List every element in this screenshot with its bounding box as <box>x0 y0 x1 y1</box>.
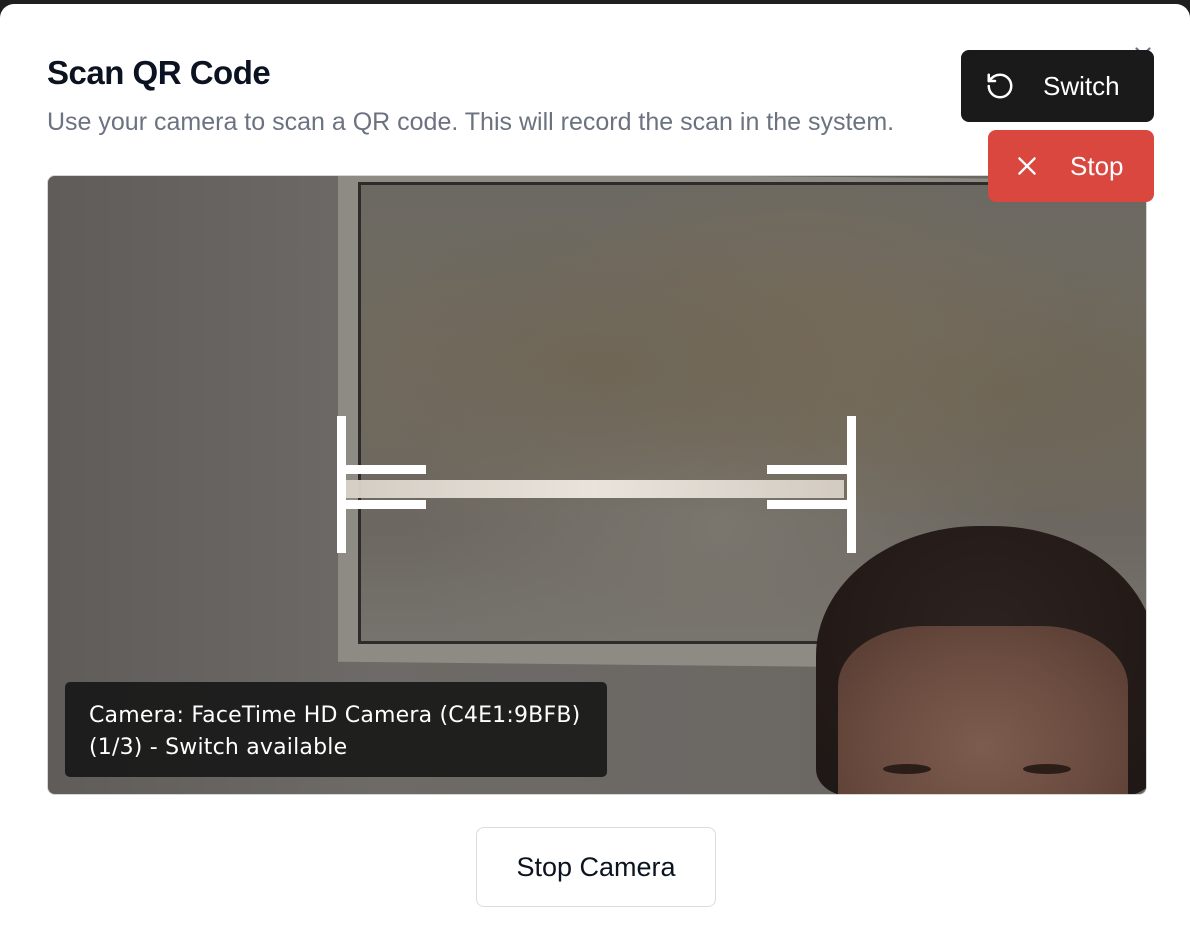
rotate-ccw-icon <box>985 71 1015 101</box>
person-face <box>838 626 1128 794</box>
stop-scan-button[interactable]: Stop <box>988 130 1154 202</box>
switch-button-label: Switch <box>1043 70 1120 101</box>
scan-line <box>344 480 844 498</box>
x-icon <box>1014 153 1040 179</box>
stop-camera-button[interactable]: Stop Camera <box>476 827 716 907</box>
scan-bracket-left-top <box>337 465 426 474</box>
camera-switch-status-text: (1/3) - Switch available <box>89 735 348 760</box>
scan-bracket-right-top <box>767 465 856 474</box>
scan-bracket-left-vertical <box>337 416 346 553</box>
scan-bracket-left-bottom <box>337 500 426 509</box>
camera-name-text: Camera: FaceTime HD Camera (C4E1:9BFB) <box>89 703 581 728</box>
camera-info-label: Camera: FaceTime HD Camera (C4E1:9BFB) (… <box>65 682 607 777</box>
dialog-title: Scan QR Code <box>47 54 271 91</box>
switch-camera-button[interactable]: Switch <box>961 50 1154 122</box>
person-eye-right <box>1023 764 1071 774</box>
person-eye-left <box>883 764 931 774</box>
scan-qr-dialog: Scan QR Code Use your camera to scan a Q… <box>0 4 1190 950</box>
stop-button-label: Stop <box>1070 150 1124 181</box>
scan-bracket-right-bottom <box>767 500 856 509</box>
dialog-subtitle: Use your camera to scan a QR code. This … <box>47 108 895 136</box>
scan-bracket-right-vertical <box>847 416 856 553</box>
camera-preview: Camera: FaceTime HD Camera (C4E1:9BFB) (… <box>47 175 1147 795</box>
